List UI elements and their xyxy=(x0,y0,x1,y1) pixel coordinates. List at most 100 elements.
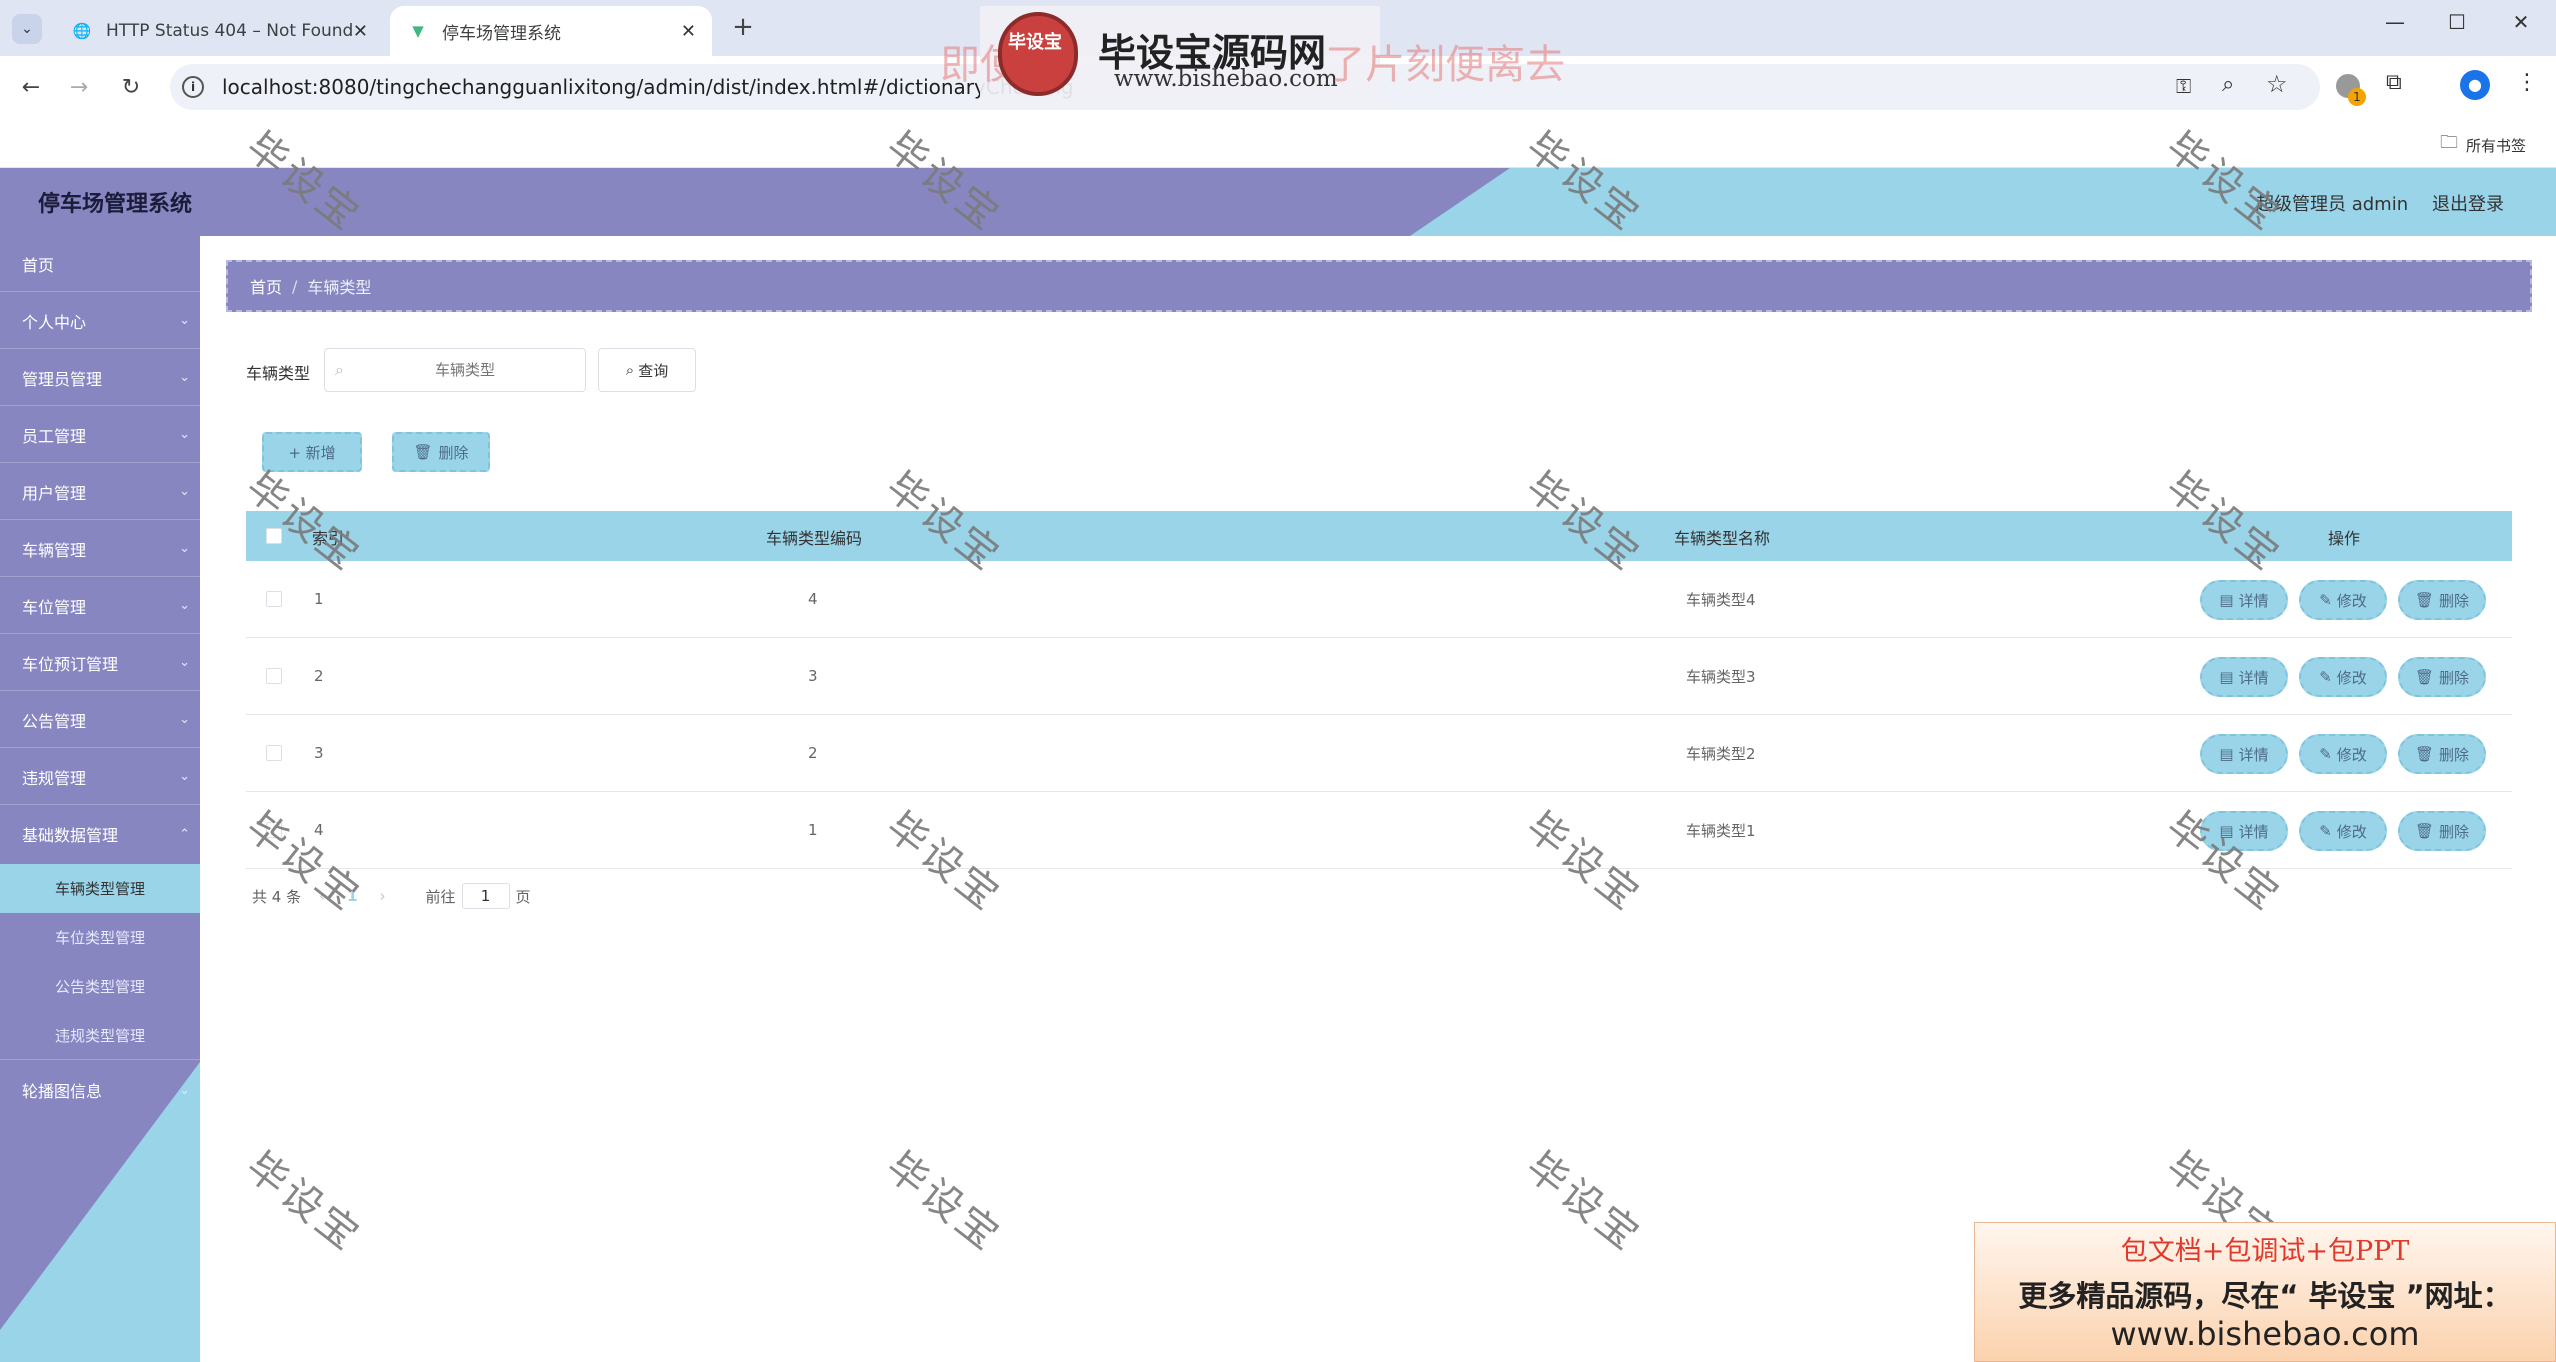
sidebar-item-home[interactable]: 首页 xyxy=(0,236,200,292)
cell-name: 车辆类型4 xyxy=(1686,590,1756,609)
reload-icon[interactable]: ↻ xyxy=(116,72,146,102)
header-actions: 操作 xyxy=(2328,529,2361,548)
trash-icon: 🗑 xyxy=(2414,668,2435,686)
delete-button[interactable]: 🗑 删除 xyxy=(2398,657,2486,697)
extensions-puzzle-icon[interactable]: ⧉ xyxy=(2386,70,2402,95)
site-info-icon[interactable]: i xyxy=(182,76,204,98)
close-tab-icon[interactable]: ✕ xyxy=(681,21,696,42)
maximize-button[interactable]: ☐ xyxy=(2442,10,2472,40)
chevron-down-icon: ⌄ xyxy=(179,598,190,613)
new-tab-button[interactable]: + xyxy=(728,12,758,42)
edit-label: 修改 xyxy=(2336,745,2367,764)
page-suffix: 页 xyxy=(515,887,531,906)
search-input[interactable] xyxy=(355,357,575,383)
app-title: 停车场管理系统 xyxy=(38,192,193,217)
sidebar-item-label: 车辆管理 xyxy=(22,540,87,560)
tab-parking-system[interactable]: ▼ 停车场管理系统 ✕ xyxy=(390,6,712,56)
sidebar-item-admins[interactable]: 管理员管理 ⌄ xyxy=(0,350,200,406)
sidebar-item-notices[interactable]: 公告管理 ⌄ xyxy=(0,692,200,748)
delete-label: 删除 xyxy=(2439,668,2470,687)
chevron-down-icon: ⌄ xyxy=(179,655,190,670)
sidebar-item-label: 个人中心 xyxy=(22,312,87,332)
sidebar-subitem-violation-types[interactable]: 违规类型管理 xyxy=(0,1011,200,1060)
delete-label: 删除 xyxy=(438,443,469,462)
trash-icon: 🗑 xyxy=(2414,745,2435,763)
edit-button[interactable]: ✎ 修改 xyxy=(2299,811,2387,851)
add-label: + 新增 xyxy=(288,443,336,462)
delete-button[interactable]: 🗑 删除 xyxy=(2398,734,2486,774)
delete-label: 删除 xyxy=(2439,745,2470,764)
promo-logo: 毕设宝 xyxy=(998,12,1078,96)
chevron-down-icon: ⌄ xyxy=(179,370,190,385)
pencil-icon: ✎ xyxy=(2319,668,2332,686)
password-key-icon[interactable]: ⚿ xyxy=(2176,74,2191,98)
edit-button[interactable]: ✎ 修改 xyxy=(2299,580,2387,620)
next-page-icon[interactable]: › xyxy=(380,887,386,905)
promo-url: www.bishebao.com xyxy=(1114,66,1338,92)
sidebar-item-carousel[interactable]: 轮播图信息 ⌄ xyxy=(0,1062,200,1118)
all-bookmarks-folder[interactable]: 🗀 所有书签 xyxy=(2440,130,2526,160)
query-button[interactable]: ⌕ 查询 xyxy=(598,348,696,392)
pencil-icon: ✎ xyxy=(2319,745,2332,763)
back-icon[interactable]: ← xyxy=(16,72,46,102)
sidebar-item-label: 公告管理 xyxy=(22,711,87,731)
sidebar-item-staff[interactable]: 员工管理 ⌄ xyxy=(0,407,200,463)
forward-icon[interactable]: → xyxy=(64,72,94,102)
edit-button[interactable]: ✎ 修改 xyxy=(2299,657,2387,697)
sidebar-subitem-space-types[interactable]: 车位类型管理 xyxy=(0,913,200,962)
bulk-delete-button[interactable]: 🗑 删除 xyxy=(392,432,490,472)
delete-button[interactable]: 🗑 删除 xyxy=(2398,811,2486,851)
sidebar-item-vehicles[interactable]: 车辆管理 ⌄ xyxy=(0,521,200,577)
sidebar-subitem-vehicle-types[interactable]: 车辆类型管理 xyxy=(0,864,200,913)
sidebar-item-reservations[interactable]: 车位预订管理 ⌄ xyxy=(0,635,200,691)
globe-icon: 🌐 xyxy=(72,22,92,40)
edit-button[interactable]: ✎ 修改 xyxy=(2299,734,2387,774)
detail-button[interactable]: ▤ 详情 xyxy=(2200,657,2288,697)
browser-menu-icon[interactable]: ⋮ xyxy=(2516,70,2538,95)
sidebar-item-label: 轮播图信息 xyxy=(22,1082,103,1101)
minimize-button[interactable]: — xyxy=(2380,10,2410,40)
chevron-down-icon: ⌄ xyxy=(179,541,190,556)
cell-index: 1 xyxy=(314,590,324,608)
watermark: 毕设宝 xyxy=(877,1143,1010,1261)
close-tab-icon[interactable]: ✕ xyxy=(353,21,368,42)
chevron-down-icon: ⌄ xyxy=(179,313,190,328)
table-row: 3 2 车辆类型2 ▤ 详情 ✎ 修改 🗑 删除 xyxy=(246,715,2512,792)
table-row: 2 3 车辆类型3 ▤ 详情 ✎ 修改 🗑 删除 xyxy=(246,638,2512,715)
search-icon: ⌕ xyxy=(335,360,344,379)
chevron-up-icon: ⌃ xyxy=(179,826,190,842)
detail-label: 详情 xyxy=(2238,591,2269,610)
tab-404[interactable]: 🌐 HTTP Status 404 – Not Found ✕ xyxy=(54,6,384,56)
row-checkbox[interactable] xyxy=(266,591,282,607)
breadcrumb-home[interactable]: 首页 xyxy=(250,274,282,298)
logout-button[interactable]: 退出登录 xyxy=(2432,190,2504,216)
detail-button[interactable]: ▤ 详情 xyxy=(2200,734,2288,774)
close-window-button[interactable]: ✕ xyxy=(2506,10,2536,40)
sidebar-item-violations[interactable]: 违规管理 ⌄ xyxy=(0,749,200,805)
profile-avatar-icon[interactable]: ● xyxy=(2460,70,2490,100)
sidebar-item-label: 管理员管理 xyxy=(22,369,103,389)
sidebar-item-personal[interactable]: 个人中心 ⌄ xyxy=(0,293,200,349)
table-header: 索引 车辆类型编码 车辆类型名称 操作 xyxy=(246,511,2512,561)
row-checkbox[interactable] xyxy=(266,745,282,761)
table-row: 1 4 车辆类型4 ▤ 详情 ✎ 修改 🗑 删除 xyxy=(246,561,2512,638)
sidebar-subitem-notice-types[interactable]: 公告类型管理 xyxy=(0,962,200,1011)
bookmark-star-icon[interactable]: ☆ xyxy=(2266,70,2288,98)
chevron-down-icon: ⌄ xyxy=(179,769,190,784)
ad-line-3[interactable]: www.bishebao.com xyxy=(1975,1315,2555,1353)
sidebar-item-spaces[interactable]: 车位管理 ⌄ xyxy=(0,578,200,634)
pencil-icon: ✎ xyxy=(2319,822,2332,840)
sidebar-item-users[interactable]: 用户管理 ⌄ xyxy=(0,464,200,520)
chevron-down-icon: ⌄ xyxy=(179,712,190,727)
goto-input[interactable]: 1 xyxy=(461,883,510,909)
zoom-icon[interactable]: ⌕ xyxy=(2222,72,2234,97)
tab-search-button[interactable]: ⌄ xyxy=(12,14,42,44)
sidebar-item-basic-data[interactable]: 基础数据管理 ⌃ xyxy=(0,806,200,862)
search-icon: ⌕ xyxy=(625,361,635,379)
watermark: 毕设宝 xyxy=(1517,1143,1650,1261)
sidebar-item-label: 用户管理 xyxy=(22,483,87,503)
chevron-down-icon: ⌄ xyxy=(179,484,190,499)
detail-button[interactable]: ▤ 详情 xyxy=(2200,580,2288,620)
row-checkbox[interactable] xyxy=(266,668,282,684)
delete-button[interactable]: 🗑 删除 xyxy=(2398,580,2486,620)
